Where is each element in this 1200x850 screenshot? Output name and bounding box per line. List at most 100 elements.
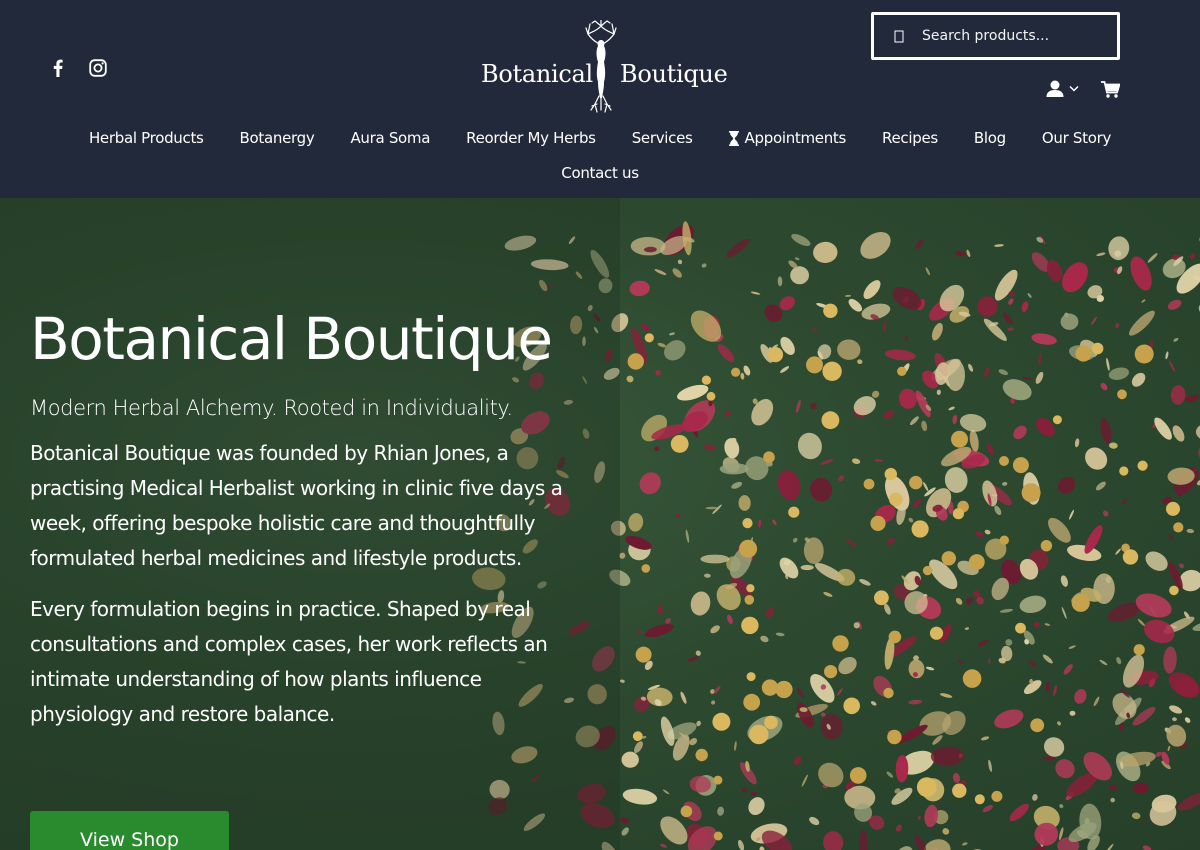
herb-piece	[860, 231, 891, 259]
chamomile-head	[832, 635, 849, 652]
herb-piece	[915, 390, 931, 418]
herb-piece	[1167, 745, 1171, 751]
herb-piece	[737, 839, 745, 850]
herb-piece	[628, 513, 644, 532]
herb-piece	[957, 659, 964, 665]
nav-our-story[interactable]: Our Story	[1024, 129, 1129, 147]
herb-piece	[676, 513, 680, 518]
herb-piece	[711, 700, 716, 705]
herb-piece	[622, 788, 658, 805]
herb-piece	[930, 746, 965, 766]
herb-piece	[952, 414, 958, 425]
chamomile-head	[644, 333, 654, 343]
herb-piece	[999, 608, 1013, 613]
chamomile-head	[849, 767, 867, 784]
herb-piece	[1122, 499, 1127, 505]
herb-piece	[1173, 337, 1179, 342]
nav-herbal-products[interactable]: Herbal Products	[71, 129, 222, 147]
chamomile-head	[670, 435, 689, 453]
herb-piece	[1100, 382, 1108, 391]
chamomile-head	[1122, 549, 1139, 565]
herb-piece	[1177, 792, 1200, 811]
chamomile-head	[883, 687, 894, 699]
herb-piece	[952, 773, 961, 783]
herb-piece	[629, 280, 650, 297]
nav-botanergy[interactable]: Botanergy	[222, 129, 333, 147]
user-icon	[1046, 80, 1064, 97]
herb-piece	[980, 736, 990, 741]
site-logo[interactable]: Botanical Boutique	[478, 20, 728, 114]
herb-piece	[1186, 528, 1195, 534]
herb-piece	[1165, 351, 1169, 360]
main-nav: Herbal Products Botanergy Aura Soma Reor…	[60, 129, 1140, 147]
chamomile-head	[739, 539, 758, 558]
nav-recipes[interactable]: Recipes	[864, 129, 956, 147]
herb-piece	[630, 236, 666, 256]
herb-piece	[800, 564, 814, 571]
chamomile-head	[635, 646, 652, 663]
search-input[interactable]	[922, 28, 1102, 44]
herb-piece	[1091, 316, 1097, 326]
chamomile-head	[952, 783, 967, 798]
nav-label: Botanergy	[239, 129, 315, 147]
account-menu[interactable]	[1046, 80, 1079, 97]
herb-piece	[1143, 619, 1175, 644]
herb-piece	[1044, 623, 1051, 626]
herb-piece	[685, 529, 690, 543]
herb-piece	[975, 531, 985, 537]
herb-piece	[994, 709, 1024, 729]
chamomile-head	[701, 375, 712, 385]
herb-piece	[1178, 563, 1185, 569]
chamomile-head	[1075, 345, 1092, 362]
herb-piece	[695, 650, 701, 656]
nav-reorder-my-herbs[interactable]: Reorder My Herbs	[448, 129, 614, 147]
nav-services[interactable]: Services	[614, 129, 711, 147]
main-nav-row-2: Contact us	[0, 164, 1200, 182]
chamomile-head	[1169, 585, 1179, 596]
nav-label: Contact us	[561, 164, 639, 182]
herb-piece	[870, 701, 877, 706]
herb-piece	[1074, 438, 1080, 448]
herb-piece	[777, 276, 783, 287]
herb-piece	[863, 280, 881, 300]
nav-label: Appointments	[744, 129, 847, 147]
hero-paragraph-practice: Every formulation begins in practice. Sh…	[30, 596, 548, 726]
herb-piece	[988, 658, 991, 664]
herb-piece	[751, 791, 757, 796]
chamomile-head	[746, 584, 755, 593]
herb-piece	[1009, 803, 1029, 822]
herb-piece	[987, 443, 994, 455]
herb-piece	[1095, 481, 1106, 491]
herb-piece	[904, 334, 909, 342]
herb-piece	[795, 399, 801, 413]
herb-piece	[1172, 717, 1177, 722]
nav-contact-us[interactable]: Contact us	[543, 164, 656, 182]
facebook-icon[interactable]	[46, 57, 70, 79]
nav-aura-soma[interactable]: Aura Soma	[332, 129, 448, 147]
herb-piece	[654, 446, 660, 452]
herb-piece	[660, 843, 667, 848]
chamomile-head	[941, 551, 956, 566]
instagram-icon[interactable]	[86, 57, 110, 79]
herb-piece	[626, 375, 634, 383]
herb-piece	[765, 607, 774, 618]
nav-blog[interactable]: Blog	[956, 129, 1024, 147]
view-shop-button[interactable]: View Shop	[30, 811, 229, 850]
chamomile-head	[744, 595, 755, 605]
nav-appointments[interactable]: Appointments	[711, 129, 864, 147]
search-box[interactable]	[871, 12, 1120, 60]
herb-piece	[779, 557, 799, 579]
herb-piece	[1109, 442, 1118, 449]
chevron-down-icon	[1069, 85, 1079, 92]
nav-label: Reorder My Herbs	[466, 129, 596, 147]
cart-button[interactable]	[1101, 81, 1121, 102]
chamomile-head	[952, 508, 965, 520]
herb-piece	[1067, 544, 1102, 562]
herb-piece	[1031, 333, 1057, 345]
herb-piece	[1032, 794, 1038, 801]
herb-piece	[898, 388, 917, 409]
herb-piece	[886, 538, 896, 545]
search-icon[interactable]	[892, 29, 906, 43]
chamomile-head	[713, 831, 723, 841]
herb-piece	[936, 389, 941, 395]
